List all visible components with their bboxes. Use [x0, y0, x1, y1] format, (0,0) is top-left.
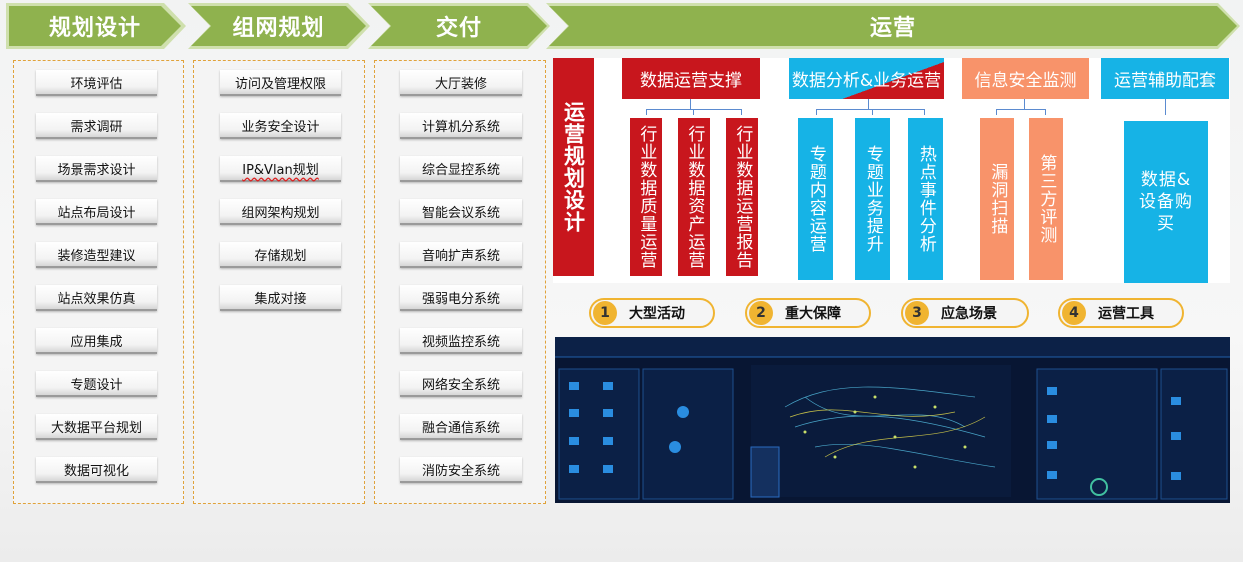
ops-item: 行业数据运营报告 [726, 118, 758, 276]
phase-network: 组网规划 [191, 6, 366, 46]
planning-item[interactable]: 场景需求设计 [36, 156, 157, 182]
network-item[interactable]: 访问及管理权限 [220, 70, 341, 96]
ops-group-header: 信息安全监测 [962, 58, 1089, 99]
phase-planning: 规划设计 [9, 6, 181, 46]
connector [996, 109, 1046, 110]
dashboard-screenshot [555, 337, 1230, 503]
network-item[interactable]: 存储规划 [220, 242, 341, 268]
planning-item[interactable]: 环境评估 [36, 70, 157, 96]
network-item[interactable]: 组网架构规划 [220, 199, 341, 225]
scenario-number: 4 [1062, 301, 1086, 325]
connector [646, 109, 742, 110]
ops-planning-label: 运营规划设计 [553, 58, 594, 276]
connector [693, 109, 694, 115]
scenario-pill[interactable]: 4 运营工具 [1058, 298, 1184, 328]
connector [996, 109, 997, 115]
delivery-item[interactable]: 计算机分系统 [400, 113, 522, 139]
planning-item[interactable]: 需求调研 [36, 113, 157, 139]
delivery-item[interactable]: 智能会议系统 [400, 199, 522, 225]
scenario-number: 2 [749, 301, 773, 325]
scenario-pill[interactable]: 1 大型活动 [589, 298, 715, 328]
connector [816, 109, 924, 110]
phase-delivery: 交付 [371, 6, 547, 46]
scenario-number: 3 [905, 301, 929, 325]
connector [872, 109, 873, 115]
scenario-label: 应急场景 [941, 306, 997, 322]
ops-item: 行业数据质量运营 [630, 118, 662, 276]
scenario-label: 重大保障 [785, 306, 841, 322]
planning-item[interactable]: 站点布局设计 [36, 199, 157, 225]
scenario-label: 运营工具 [1098, 306, 1154, 322]
ops-item: 第三方评测 [1029, 118, 1063, 280]
connector [646, 109, 647, 115]
ops-item: 漏洞扫描 [980, 118, 1014, 280]
planning-item[interactable]: 大数据平台规划 [36, 414, 157, 440]
phase-operations: 运营 [549, 6, 1237, 46]
planning-item[interactable]: 站点效果仿真 [36, 285, 157, 311]
ops-group-header: 运营辅助配套 [1101, 58, 1229, 99]
network-item[interactable]: 集成对接 [220, 285, 341, 311]
ops-item: 行业数据资产运营 [678, 118, 710, 276]
ops-item: 专题业务提升 [855, 118, 890, 280]
connector [816, 109, 817, 115]
connector [1045, 109, 1046, 115]
ops-item: 数据&设备购买 [1124, 121, 1208, 283]
connector [690, 99, 691, 109]
planning-item[interactable]: 装修造型建议 [36, 242, 157, 268]
connector [924, 109, 925, 115]
delivery-item[interactable]: 音响扩声系统 [400, 242, 522, 268]
planning-item[interactable]: 数据可视化 [36, 457, 157, 483]
planning-item[interactable]: 专题设计 [36, 371, 157, 397]
connector [868, 99, 869, 109]
dashboard-illustration [555, 337, 1230, 503]
ops-group-header: 数据运营支撑 [622, 58, 760, 99]
delivery-item[interactable]: 消防安全系统 [400, 457, 522, 483]
planning-item[interactable]: 应用集成 [36, 328, 157, 354]
delivery-item[interactable]: 视频监控系统 [400, 328, 522, 354]
network-item[interactable]: 业务安全设计 [220, 113, 341, 139]
delivery-item[interactable]: 融合通信系统 [400, 414, 522, 440]
scenario-pill[interactable]: 2 重大保障 [745, 298, 871, 328]
connector [741, 109, 742, 115]
connector [1024, 99, 1025, 109]
scenario-number: 1 [593, 301, 617, 325]
delivery-item[interactable]: 网络安全系统 [400, 371, 522, 397]
delivery-item[interactable]: 强弱电分系统 [400, 285, 522, 311]
scenario-pill[interactable]: 3 应急场景 [901, 298, 1029, 328]
connector [1165, 99, 1166, 115]
ops-group-header: 数据分析&业务运营 [789, 58, 944, 99]
network-item[interactable]: IP&Vlan规划 [220, 156, 341, 182]
scenario-label: 大型活动 [629, 306, 685, 322]
delivery-item[interactable]: 综合显控系统 [400, 156, 522, 182]
delivery-item[interactable]: 大厅装修 [400, 70, 522, 96]
ops-item: 热点事件分析 [908, 118, 943, 280]
ops-item: 专题内容运营 [798, 118, 833, 280]
